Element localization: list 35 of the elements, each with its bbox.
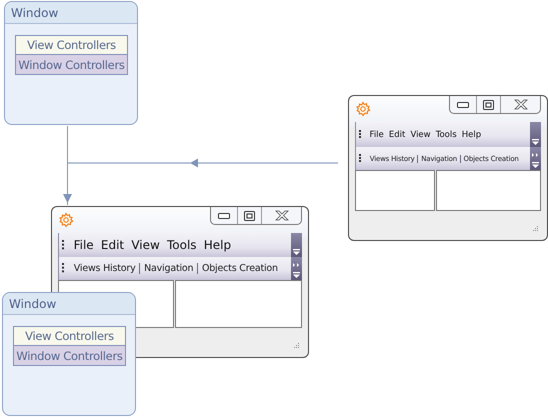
menu-item[interactable]: File [367, 130, 386, 140]
gear-icon [58, 212, 74, 228]
node-item: View Controllers [15, 35, 128, 55]
menu-item[interactable]: View [408, 130, 434, 140]
menu-item[interactable]: File [70, 238, 98, 252]
node-item: Window Controllers [13, 346, 126, 366]
menu-item[interactable]: Edit [386, 130, 408, 140]
node-item: Window Controllers [15, 55, 128, 75]
grip-icon[interactable] [62, 240, 65, 250]
toolbar-button[interactable]: Objects Creation [197, 263, 282, 274]
grip-icon[interactable] [62, 263, 65, 274]
minimize-icon [457, 102, 469, 108]
close-icon [514, 99, 528, 110]
toolbar-button[interactable]: Navigation [139, 263, 198, 274]
menu-item[interactable]: Tools [433, 130, 460, 140]
node-item: View Controllers [13, 326, 126, 346]
maximize-icon [483, 100, 494, 110]
overflow-icon[interactable] [532, 139, 539, 145]
grip-icon[interactable] [359, 154, 362, 163]
menu-item[interactable]: Tools [163, 238, 200, 252]
menu-item[interactable]: Edit [97, 238, 128, 252]
maximize-icon [244, 210, 255, 220]
grip-icon[interactable] [359, 130, 362, 139]
gear-icon [355, 101, 371, 117]
menu-item[interactable]: Help [200, 238, 235, 252]
overflow-icon[interactable] [293, 249, 300, 255]
node-title: Window [9, 296, 56, 310]
overflow-icon[interactable] [532, 153, 539, 168]
node-title: Window [11, 6, 58, 20]
overflow-icon[interactable] [293, 263, 300, 278]
toolbar-button[interactable]: Views History [70, 263, 140, 274]
minimize-icon [218, 212, 230, 218]
close-icon [274, 210, 288, 221]
menu-item[interactable]: Help [459, 130, 484, 140]
menu-item[interactable]: View [128, 238, 164, 252]
